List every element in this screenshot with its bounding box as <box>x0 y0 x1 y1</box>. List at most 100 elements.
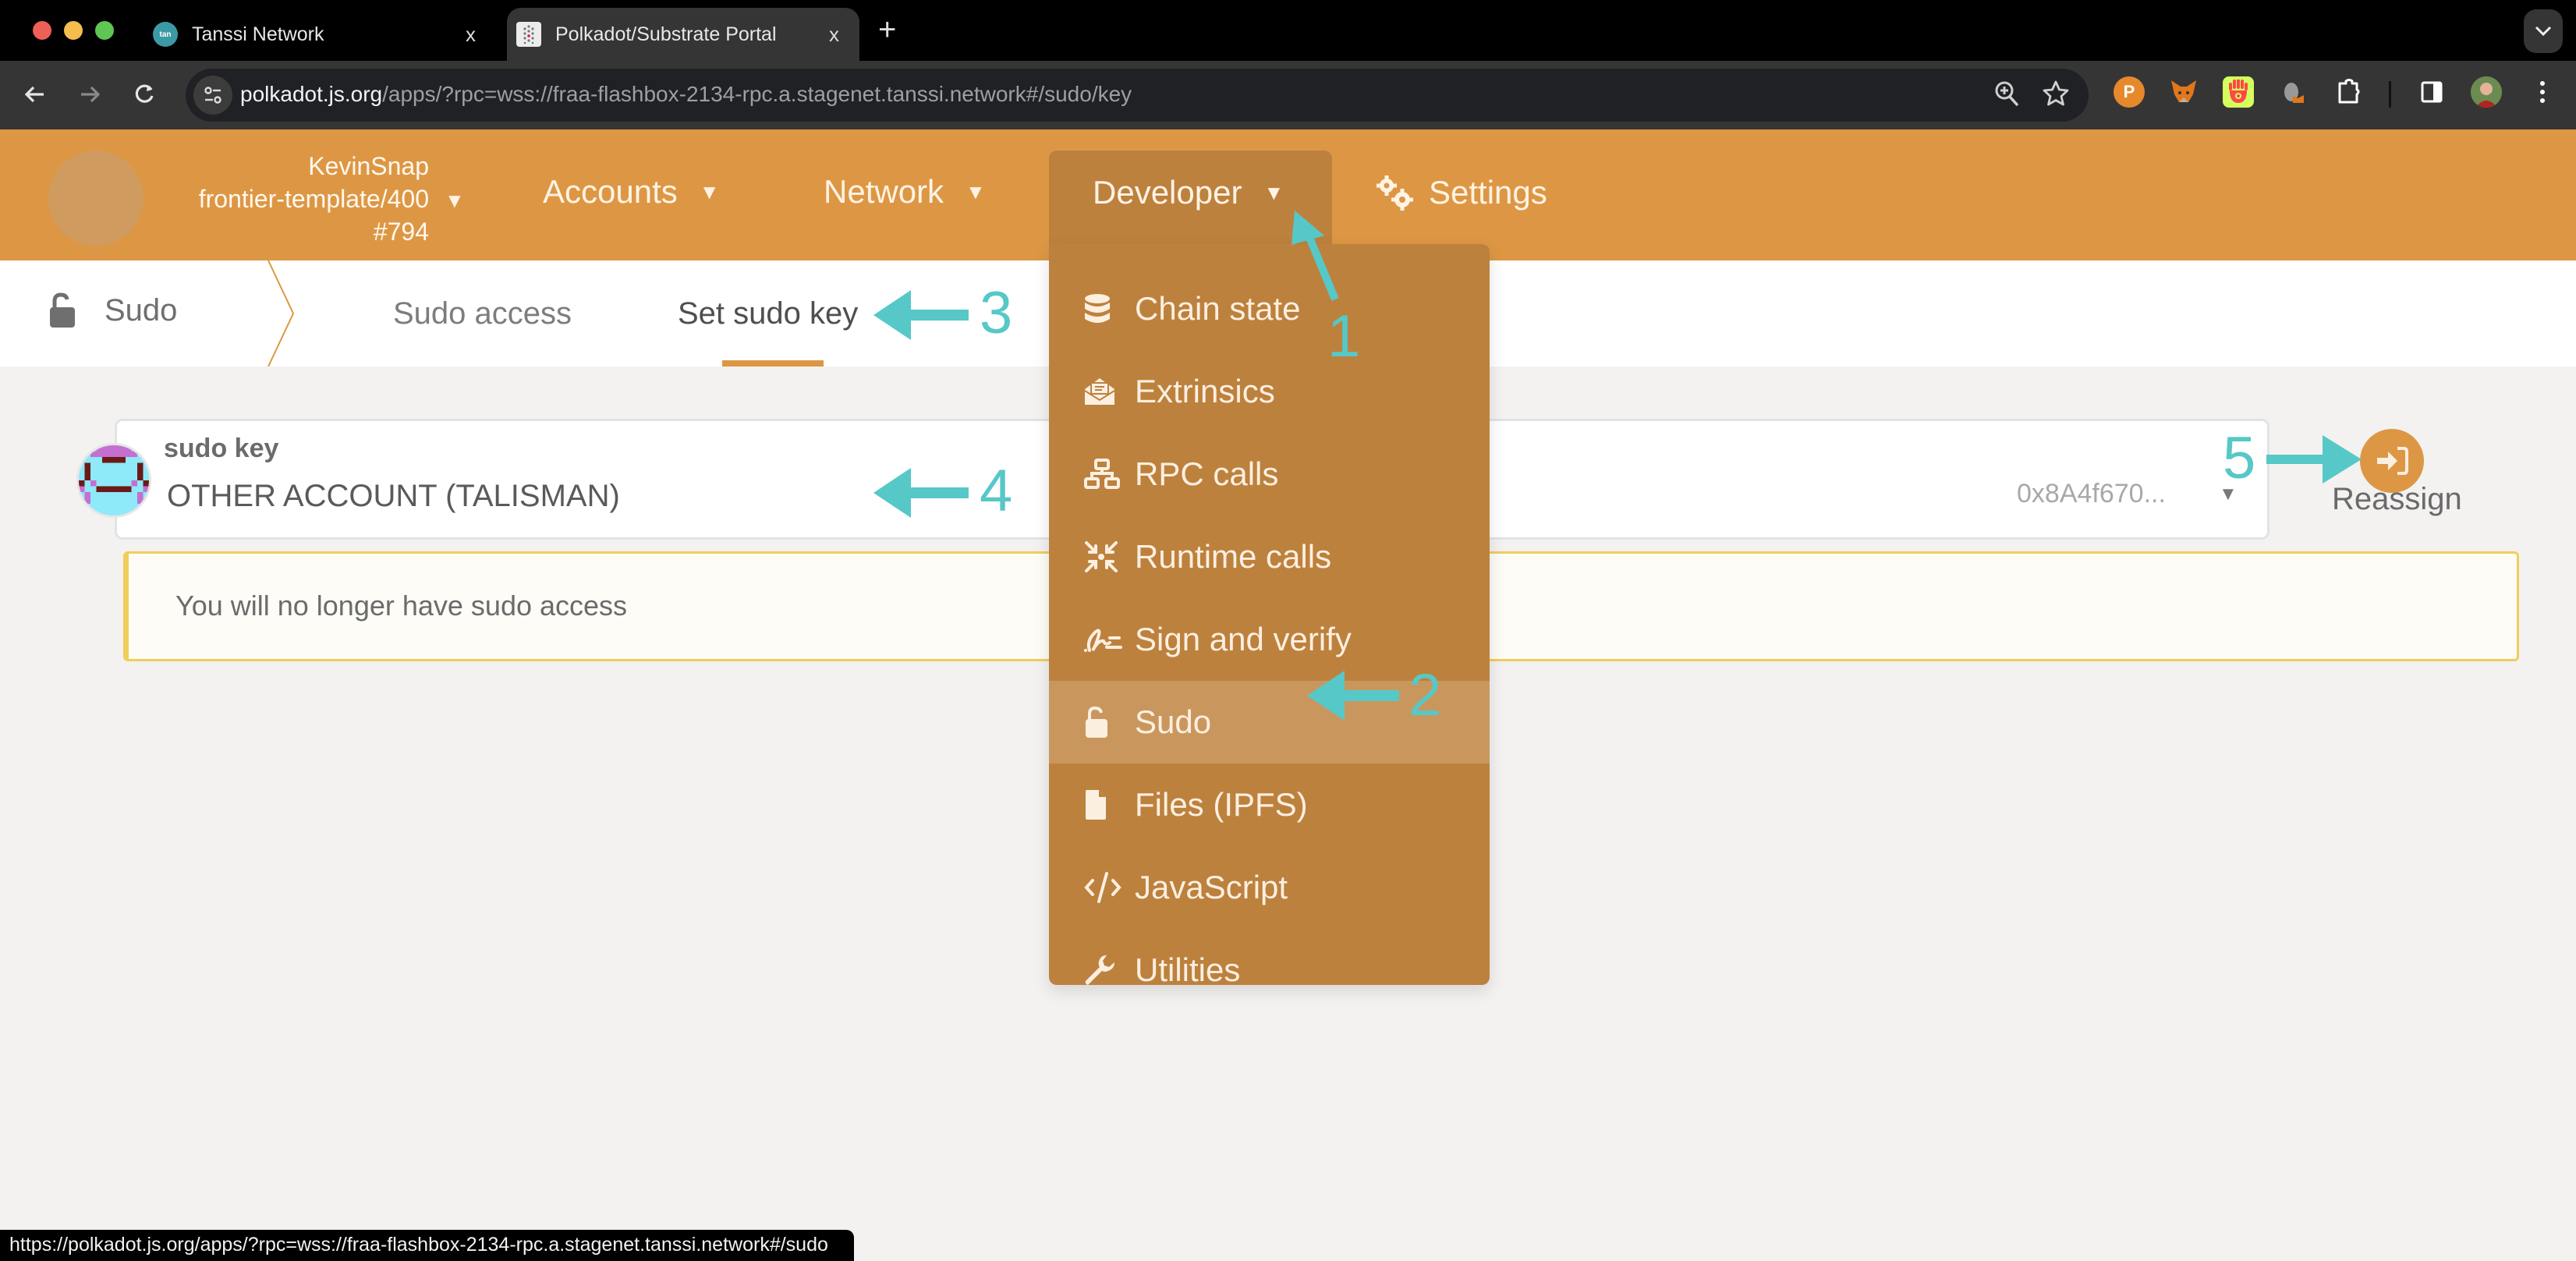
profile-avatar-button[interactable] <box>2471 76 2502 108</box>
rabbit-fox-icon <box>2284 83 2304 103</box>
annotation-number-3: 3 <box>980 280 1013 346</box>
tab-polkadot-portal[interactable]: Polkadot/Substrate Portal x <box>507 8 859 61</box>
side-panel-icon <box>2421 81 2443 103</box>
compress-arrows-icon <box>1083 540 1125 574</box>
nav-label: Developer <box>1093 174 1242 211</box>
window-minimize-button[interactable] <box>64 21 83 40</box>
wrench-icon <box>1083 954 1125 986</box>
zoom-in-icon <box>1995 81 2019 107</box>
browser-toolbar: polkadot.js.org/apps/?rpc=wss://fraa-fla… <box>0 61 2576 129</box>
reload-icon <box>135 84 154 103</box>
talisman-hand-icon <box>2229 80 2248 103</box>
menu-item-files-ipfs[interactable]: Files (IPFS) <box>1049 763 1490 846</box>
annotation-number-4: 4 <box>980 458 1013 524</box>
file-icon <box>1083 788 1125 821</box>
annotation-arrow-3 <box>873 290 969 340</box>
metamask-extension-button[interactable] <box>2168 76 2199 108</box>
chain-selector[interactable]: KevinSnap frontier-template/400 #794 <box>164 150 429 248</box>
url-text[interactable]: polkadot.js.org/apps/?rpc=wss://fraa-fla… <box>240 82 1132 107</box>
sub-nav-root-label: Sudo <box>105 292 178 328</box>
developer-dropdown-menu: Chain state Extrinsics RPC calls Runtime… <box>1049 244 1490 988</box>
menu-item-runtime-calls[interactable]: Runtime calls <box>1049 515 1490 598</box>
signature-icon <box>1083 624 1125 655</box>
browser-tab-bar: tan Tanssi Network x Polkadot/Substrate … <box>0 0 2576 61</box>
nav-developer-label[interactable]: Developer ▼ <box>1093 174 1284 211</box>
tab-close-icon[interactable]: x <box>466 23 476 47</box>
menu-item-javascript[interactable]: JavaScript <box>1049 846 1490 929</box>
talisman-extension-button[interactable] <box>2223 76 2254 108</box>
reassign-label[interactable]: Reassign <box>2332 482 2462 517</box>
menu-item-label: Extrinsics <box>1135 373 1275 409</box>
caret-down-icon[interactable]: ▼ <box>445 189 465 213</box>
annotation-arrow-1 <box>1292 211 1339 301</box>
metamask-fox-icon <box>2171 80 2196 102</box>
gears-icon <box>1377 175 1413 211</box>
database-icon <box>1083 293 1125 324</box>
reload-button[interactable] <box>125 75 164 114</box>
sudo-key-label: sudo key <box>164 434 279 463</box>
account-name: KevinSnap <box>308 152 429 180</box>
sudo-key-account-name[interactable]: OTHER ACCOUNT (TALISMAN) <box>167 479 620 514</box>
zoom-button[interactable] <box>1993 80 2020 114</box>
star-icon <box>2043 80 2069 106</box>
menu-item-rpc-calls[interactable]: RPC calls <box>1049 433 1490 515</box>
account-identicon <box>76 443 151 518</box>
chain-name: frontier-template/400 <box>198 185 429 213</box>
side-panel-button[interactable] <box>2416 76 2447 108</box>
annotation-number-5: 5 <box>2223 425 2256 491</box>
breadcrumb-chevron <box>268 260 295 367</box>
url-path: /apps/?rpc=wss://fraa-flashbox-2134-rpc.… <box>382 82 1132 106</box>
tab-tanssi-network[interactable]: tan Tanssi Network x <box>153 8 496 61</box>
nav-network[interactable]: Network ▼ <box>824 173 986 211</box>
chevron-down-icon <box>2535 26 2552 37</box>
tab-sudo-access[interactable]: Sudo access <box>393 296 572 331</box>
nav-label: Network <box>824 173 944 210</box>
menu-item-label: Utilities <box>1135 951 1241 988</box>
polkadot-favicon-icon <box>516 22 541 47</box>
window-close-button[interactable] <box>33 21 51 40</box>
extensions-button[interactable] <box>2333 76 2365 108</box>
nav-label: Accounts <box>543 173 678 210</box>
menu-item-label: RPC calls <box>1135 455 1279 492</box>
tab-search-button[interactable] <box>2524 9 2563 53</box>
tab-set-sudo-key[interactable]: Set sudo key <box>678 296 858 331</box>
annotation-number-2: 2 <box>1408 662 1442 728</box>
url-host: polkadot.js.org <box>240 82 383 106</box>
more-vertical-icon <box>2540 81 2545 103</box>
site-info-button[interactable] <box>193 76 232 115</box>
caret-down-icon: ▼ <box>966 179 986 204</box>
nav-accounts[interactable]: Accounts ▼ <box>543 173 720 211</box>
browser-menu-button[interactable] <box>2527 76 2558 108</box>
block-number: #794 <box>373 218 429 246</box>
sudo-key-address: 0x8A4f670... <box>2017 479 2166 508</box>
tab-close-icon[interactable]: x <box>829 23 839 47</box>
network-icon <box>1083 458 1125 491</box>
menu-item-label: Runtime calls <box>1135 538 1332 575</box>
active-tab-indicator <box>722 360 824 367</box>
polkadot-p-icon: P <box>2123 82 2135 101</box>
window-maximize-button[interactable] <box>95 21 114 40</box>
annotation-arrow-5 <box>2266 435 2362 484</box>
caret-down-icon: ▼ <box>699 179 720 204</box>
warning-text: You will no longer have sudo access <box>175 590 628 622</box>
new-tab-button[interactable]: + <box>878 12 896 48</box>
polkadot-extension-button[interactable]: P <box>2114 76 2145 108</box>
arrow-left-icon <box>24 86 44 103</box>
menu-item-label: Sudo <box>1135 703 1212 740</box>
bookmark-button[interactable] <box>2042 80 2070 114</box>
address-bar[interactable]: polkadot.js.org/apps/?rpc=wss://fraa-fla… <box>186 69 2089 122</box>
link-status-bar: https://polkadot.js.org/apps/?rpc=wss://… <box>0 1230 854 1261</box>
menu-item-label: Chain state <box>1135 290 1301 327</box>
sub-nav-root[interactable]: Sudo <box>47 292 177 329</box>
menu-item-chain-state[interactable]: Chain state <box>1049 267 1490 350</box>
back-button[interactable] <box>16 75 55 114</box>
menu-item-utilities[interactable]: Utilities <box>1049 929 1490 1011</box>
code-icon <box>1083 871 1125 904</box>
snap-extension-button[interactable] <box>2279 76 2310 108</box>
menu-item-extrinsics[interactable]: Extrinsics <box>1049 350 1490 433</box>
menu-item-label: JavaScript <box>1135 869 1288 905</box>
forward-button[interactable] <box>70 75 109 114</box>
unlock-icon <box>50 292 75 328</box>
nav-settings[interactable]: Settings <box>1374 173 1547 212</box>
chain-logo[interactable] <box>48 151 144 246</box>
